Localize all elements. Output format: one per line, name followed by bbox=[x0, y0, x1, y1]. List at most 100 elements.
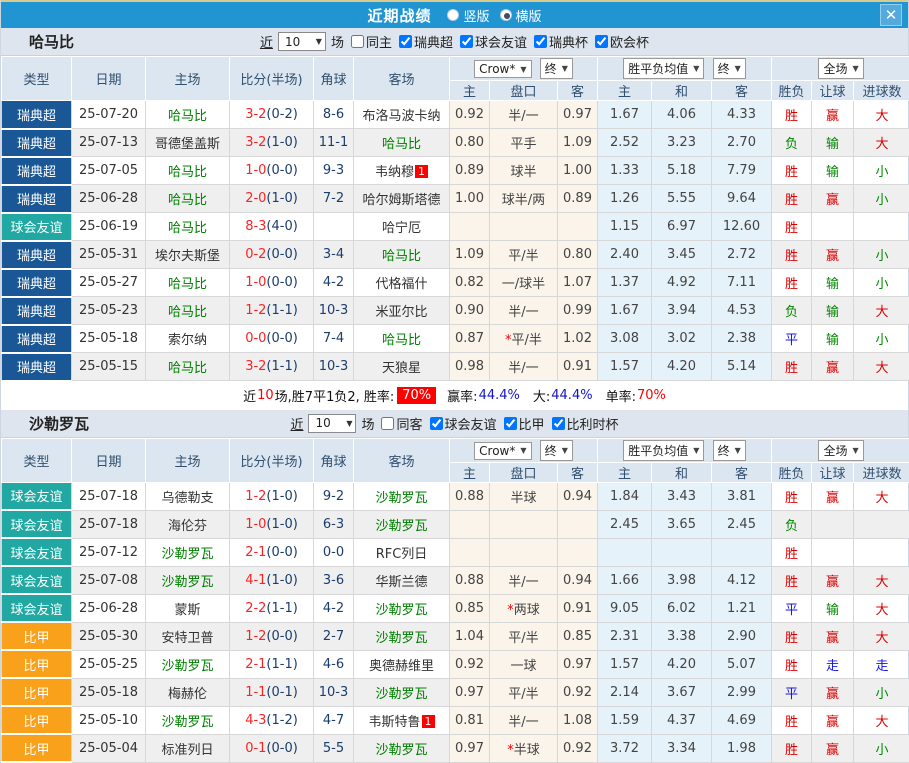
horizontal-layout-label[interactable]: 横版 bbox=[516, 6, 542, 25]
avg-odds-dropdown[interactable]: 胜平负均值▼ bbox=[623, 440, 704, 461]
match-row: 瑞典超25-05-31埃尔夫斯堡0-2(0-0)3-4哈马比1.09平/半0.8… bbox=[2, 241, 909, 269]
home-team-name: 标准列日 bbox=[161, 743, 213, 758]
league-checkbox[interactable] bbox=[460, 35, 473, 48]
same-venue-filter[interactable]: 同主 bbox=[347, 32, 392, 51]
home-team-name: 哈马比 bbox=[168, 305, 207, 320]
home-team-name: 沙勒罗瓦 bbox=[161, 547, 213, 562]
league-checkbox[interactable] bbox=[534, 35, 547, 48]
match-date: 25-07-12 bbox=[72, 538, 146, 566]
halftime-score: (1-0) bbox=[266, 573, 297, 588]
avg-draw: 4.37 bbox=[652, 706, 712, 734]
avg-home: 1.84 bbox=[598, 482, 652, 510]
recent-matches-link[interactable]: 近 bbox=[290, 414, 303, 433]
home-team-name: 乌德勒支 bbox=[161, 491, 213, 506]
sub-header-goals-result: 进球数 bbox=[854, 462, 909, 482]
corner-score: 7-2 bbox=[314, 185, 354, 213]
match-count-select[interactable]: 10▼ bbox=[278, 32, 326, 51]
sub-header-goals-result: 进球数 bbox=[854, 81, 909, 101]
result-outcome: 胜 bbox=[772, 538, 812, 566]
league-checkbox[interactable] bbox=[552, 417, 565, 430]
final-odds-dropdown-2[interactable]: 终▼ bbox=[713, 58, 746, 79]
halftime-score: (1-1) bbox=[266, 601, 297, 616]
recent-matches-link[interactable]: 近 bbox=[260, 32, 273, 51]
match-row: 球会友谊25-07-18海伦芬1-0(1-0)6-3沙勒罗瓦2.453.652.… bbox=[2, 510, 909, 538]
league-checkbox[interactable] bbox=[504, 417, 517, 430]
handicap-line: 平手 bbox=[490, 129, 558, 157]
odds-home: 0.88 bbox=[450, 566, 490, 594]
match-row: 瑞典超25-07-20哈马比3-2(0-2)8-6布洛马波卡纳0.92半/一0.… bbox=[2, 101, 909, 129]
halftime-score: (1-1) bbox=[266, 657, 297, 672]
vertical-layout-label[interactable]: 竖版 bbox=[463, 6, 489, 25]
bookmaker-dropdown[interactable]: Crow*▼ bbox=[474, 442, 531, 460]
same-venue-label: 同客 bbox=[396, 414, 422, 433]
handicap-line: 平/半 bbox=[490, 678, 558, 706]
fulltime-score: 1-2 bbox=[245, 489, 266, 504]
home-team: 蒙斯 bbox=[146, 594, 230, 622]
avg-home: 1.37 bbox=[598, 269, 652, 297]
league-filter[interactable]: 球会友谊 bbox=[426, 414, 497, 433]
league-filter[interactable]: 瑞典杯 bbox=[530, 32, 588, 51]
avg-draw: 3.65 bbox=[652, 510, 712, 538]
odds-home: 0.80 bbox=[450, 129, 490, 157]
home-team: 沙勒罗瓦 bbox=[146, 538, 230, 566]
home-team-name: 哈马比 bbox=[168, 193, 207, 208]
handicap-line: 半/一 bbox=[490, 566, 558, 594]
close-icon[interactable]: ✕ bbox=[880, 4, 902, 26]
col-header-date: 日期 bbox=[72, 438, 146, 482]
league-checkbox[interactable] bbox=[399, 35, 412, 48]
match-type-badge: 球会友谊 bbox=[2, 566, 72, 594]
fulltime-dropdown[interactable]: 全场▼ bbox=[818, 440, 863, 461]
horizontal-layout-radio[interactable] bbox=[500, 9, 512, 21]
same-venue-filter[interactable]: 同客 bbox=[377, 414, 422, 433]
home-team: 沙勒罗瓦 bbox=[146, 706, 230, 734]
avg-away: 2.72 bbox=[712, 241, 772, 269]
result-outcome: 胜 bbox=[772, 566, 812, 594]
final-odds-dropdown-1[interactable]: 终▼ bbox=[540, 440, 573, 461]
league-filter[interactable]: 欧会杯 bbox=[591, 32, 649, 51]
home-team: 乌德勒支 bbox=[146, 482, 230, 510]
league-filter-label: 瑞典杯 bbox=[549, 32, 588, 51]
final-odds-dropdown-2[interactable]: 终▼ bbox=[713, 440, 746, 461]
stats-summary: 近10场,胜7平1负2, 胜率:70%赢率:44.4%大:44.4%单率:70% bbox=[1, 382, 908, 410]
halftime-score: (1-0) bbox=[266, 489, 297, 504]
same-venue-checkbox[interactable] bbox=[381, 417, 394, 430]
sub-header-handicap: 盘口 bbox=[490, 81, 558, 101]
result-outcome: 负 bbox=[772, 510, 812, 538]
red-card-badge: 1 bbox=[422, 715, 435, 728]
fulltime-score: 3-2 bbox=[245, 107, 266, 122]
result-outcome: 胜 bbox=[772, 482, 812, 510]
avg-away: 7.11 bbox=[712, 269, 772, 297]
odds-away: 0.91 bbox=[558, 594, 598, 622]
final-odds-dropdown-1[interactable]: 终▼ bbox=[540, 58, 573, 79]
league-checkbox[interactable] bbox=[430, 417, 443, 430]
avg-draw: 3.34 bbox=[652, 734, 712, 762]
league-filter[interactable]: 球会友谊 bbox=[456, 32, 527, 51]
vertical-layout-radio[interactable] bbox=[447, 9, 459, 21]
league-filter[interactable]: 瑞典超 bbox=[395, 32, 453, 51]
result-goals: 大 bbox=[854, 297, 909, 325]
avg-home: 2.45 bbox=[598, 510, 652, 538]
home-team-name: 安特卫普 bbox=[161, 631, 213, 646]
league-filter-label: 球会友谊 bbox=[445, 414, 497, 433]
home-team-name: 索尔纳 bbox=[168, 333, 207, 348]
fulltime-dropdown[interactable]: 全场▼ bbox=[818, 58, 863, 79]
match-count-select[interactable]: 10▼ bbox=[308, 414, 356, 433]
odds-home: 0.87 bbox=[450, 325, 490, 353]
avg-away: 3.81 bbox=[712, 482, 772, 510]
league-filter[interactable]: 比甲 bbox=[500, 414, 545, 433]
league-filter[interactable]: 比利时杯 bbox=[548, 414, 619, 433]
same-venue-label: 同主 bbox=[366, 32, 392, 51]
halftime-score: (0-0) bbox=[266, 629, 297, 644]
result-goals: 小 bbox=[854, 185, 909, 213]
avg-draw: 3.23 bbox=[652, 129, 712, 157]
odds-away bbox=[558, 538, 598, 566]
result-outcome: 胜 bbox=[772, 213, 812, 241]
avg-odds-dropdown[interactable]: 胜平负均值▼ bbox=[623, 58, 704, 79]
avg-group-header: 胜平负均值▼ 终▼ bbox=[598, 57, 772, 81]
corner-score: 4-6 bbox=[314, 650, 354, 678]
league-checkbox[interactable] bbox=[595, 35, 608, 48]
result-outcome: 胜 bbox=[772, 622, 812, 650]
result-handicap: 输 bbox=[812, 269, 854, 297]
same-venue-checkbox[interactable] bbox=[351, 35, 364, 48]
bookmaker-dropdown[interactable]: Crow*▼ bbox=[474, 60, 531, 78]
